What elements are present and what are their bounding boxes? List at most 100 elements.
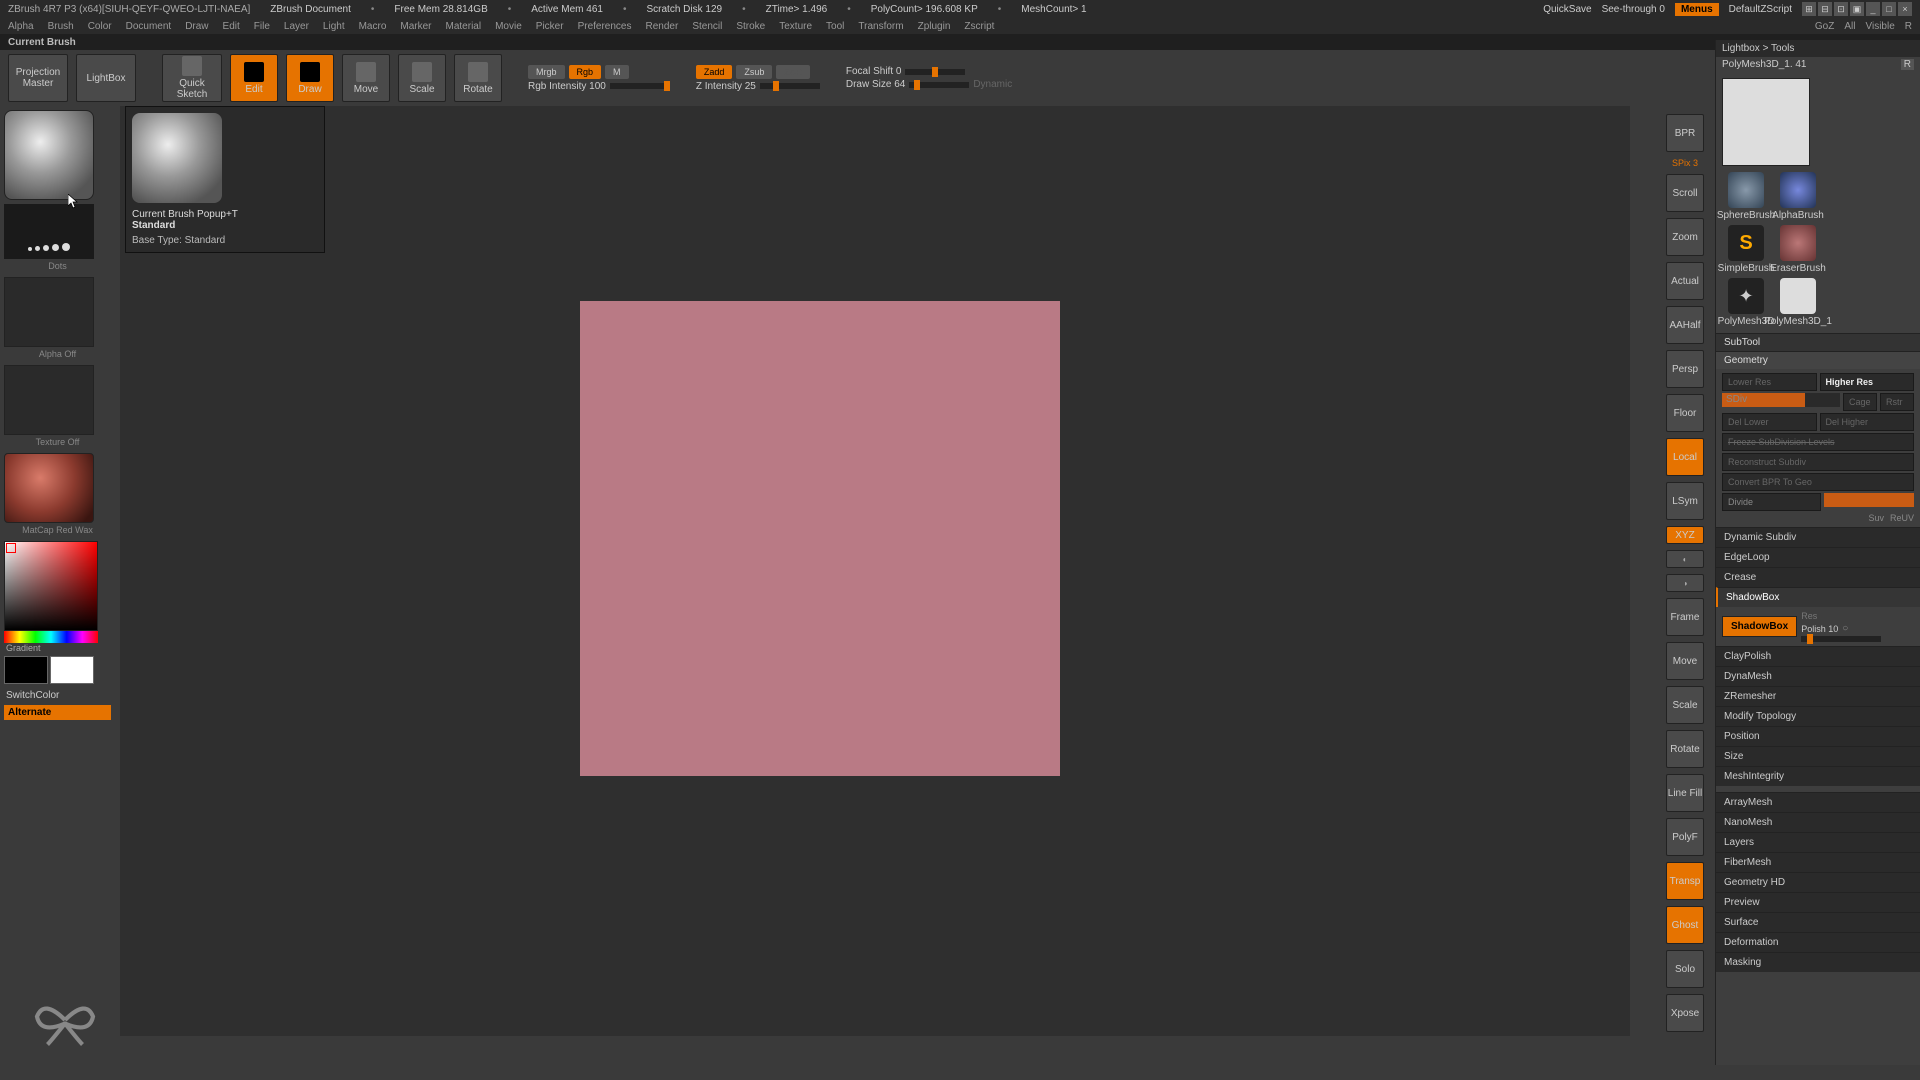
menu-zplugin[interactable]: Zplugin (918, 21, 951, 32)
fibermesh-section[interactable]: FiberMesh (1716, 852, 1920, 872)
dynamic-subdiv-section[interactable]: Dynamic Subdiv (1716, 527, 1920, 547)
xyz-button[interactable]: XYZ (1666, 526, 1704, 544)
alternate-button[interactable]: Alternate (4, 705, 111, 720)
r-badge[interactable]: R (1901, 59, 1914, 70)
reuv-toggle[interactable]: ReUV (1890, 513, 1914, 523)
masking-section[interactable]: Masking (1716, 952, 1920, 972)
preview-section[interactable]: Preview (1716, 892, 1920, 912)
m-toggle[interactable]: M (605, 65, 629, 79)
mirror-z-button[interactable]: ◑ (1666, 574, 1704, 592)
menu-zscript[interactable]: Zscript (964, 21, 994, 32)
menu-stroke[interactable]: Stroke (736, 21, 765, 32)
lower-res-button[interactable]: Lower Res (1722, 373, 1817, 391)
main-color-swatch[interactable] (4, 656, 48, 684)
local-button[interactable]: Local (1666, 438, 1704, 476)
draw-button[interactable]: Draw (286, 54, 334, 102)
ghost-button[interactable]: Ghost (1666, 906, 1704, 944)
floor-button[interactable]: Floor (1666, 394, 1704, 432)
menu-brush[interactable]: Brush (48, 21, 74, 32)
del-lower-button[interactable]: Del Lower (1722, 413, 1817, 431)
deformation-section[interactable]: Deformation (1716, 932, 1920, 952)
menu-color[interactable]: Color (88, 21, 112, 32)
polish-slider[interactable] (1801, 636, 1881, 642)
menu-picker[interactable]: Picker (536, 21, 564, 32)
menu-transform[interactable]: Transform (858, 21, 903, 32)
dynamic-label[interactable]: Dynamic (973, 79, 1012, 90)
texture-thumbnail[interactable] (4, 365, 94, 435)
menu-material[interactable]: Material (446, 21, 482, 32)
rgb-toggle[interactable]: Rgb (569, 65, 602, 79)
shadowbox-plane[interactable] (580, 301, 1060, 776)
layout-label[interactable]: DefaultZScript (1729, 4, 1792, 15)
goz-r[interactable]: R (1905, 21, 1912, 32)
actual-button[interactable]: Actual (1666, 262, 1704, 300)
lightbox-header[interactable]: Lightbox > Tools (1716, 40, 1920, 57)
icon-b[interactable]: ⊟ (1818, 2, 1832, 16)
crease-section[interactable]: Crease (1716, 567, 1920, 587)
projection-master-button[interactable]: Projection Master (8, 54, 68, 102)
menu-layer[interactable]: Layer (284, 21, 309, 32)
rgb-intensity-label[interactable]: Rgb Intensity 100 (528, 81, 606, 92)
menu-edit[interactable]: Edit (223, 21, 240, 32)
mirror-y-button[interactable]: ◐ (1666, 550, 1704, 568)
menu-movie[interactable]: Movie (495, 21, 522, 32)
freeze-subdiv-button[interactable]: Freeze SubDivision Levels (1722, 433, 1914, 451)
draw-size-label[interactable]: Draw Size 64 (846, 79, 905, 90)
convert-bpr-button[interactable]: Convert BPR To Geo (1722, 473, 1914, 491)
zadd-toggle[interactable]: Zadd (696, 65, 733, 79)
z-intensity-label[interactable]: Z Intensity 25 (696, 81, 756, 92)
menu-preferences[interactable]: Preferences (578, 21, 632, 32)
tool-polymesh3d-1[interactable]: PolyMesh3D_1 (1774, 278, 1822, 327)
modify-topology-section[interactable]: Modify Topology (1716, 706, 1920, 726)
minimize-icon[interactable]: _ (1866, 2, 1880, 16)
brush-thumbnail[interactable] (4, 110, 94, 200)
stroke-thumbnail[interactable] (4, 204, 94, 259)
size-section[interactable]: Size (1716, 746, 1920, 766)
divide-slider[interactable] (1824, 493, 1914, 507)
quicksave-button[interactable]: QuickSave (1543, 4, 1591, 15)
shadowbox-section[interactable]: ShadowBox (1716, 587, 1920, 607)
edit-button[interactable]: Edit (230, 54, 278, 102)
active-tool-thumbnail[interactable] (1722, 78, 1810, 166)
menu-render[interactable]: Render (646, 21, 679, 32)
zremesher-section[interactable]: ZRemesher (1716, 686, 1920, 706)
maximize-icon[interactable]: □ (1882, 2, 1896, 16)
z-intensity-slider[interactable] (760, 83, 820, 89)
menus-toggle[interactable]: Menus (1675, 3, 1719, 16)
layers-section[interactable]: Layers (1716, 832, 1920, 852)
scale-button[interactable]: Scale (398, 54, 446, 102)
position-section[interactable]: Position (1716, 726, 1920, 746)
del-higher-button[interactable]: Del Higher (1820, 413, 1915, 431)
icon-a[interactable]: ⊞ (1802, 2, 1816, 16)
sdiv-slider[interactable]: SDiv (1722, 393, 1840, 407)
nav-scale-button[interactable]: Scale (1666, 686, 1704, 724)
rstr-button[interactable]: Rstr (1880, 393, 1914, 411)
persp-button[interactable]: Persp (1666, 350, 1704, 388)
menu-alpha[interactable]: Alpha (8, 21, 34, 32)
scroll-button[interactable]: Scroll (1666, 174, 1704, 212)
lightbox-button[interactable]: LightBox (76, 54, 136, 102)
surface-section[interactable]: Surface (1716, 912, 1920, 932)
tool-polymesh3d[interactable]: ✦PolyMesh3D (1722, 278, 1770, 327)
claypolish-section[interactable]: ClayPolish (1716, 646, 1920, 666)
bpr-button[interactable]: BPR (1666, 114, 1704, 152)
secondary-color-swatch[interactable] (50, 656, 94, 684)
spix-label[interactable]: SPix 3 (1672, 158, 1698, 168)
menu-file[interactable]: File (254, 21, 270, 32)
zcut-toggle[interactable]: Zcut (776, 65, 810, 79)
draw-size-slider[interactable] (909, 82, 969, 88)
menu-macro[interactable]: Macro (359, 21, 387, 32)
focal-shift-label[interactable]: Focal Shift 0 (846, 66, 902, 77)
icon-d[interactable]: ▣ (1850, 2, 1864, 16)
canvas[interactable] (120, 106, 1630, 1036)
alpha-thumbnail[interactable] (4, 277, 94, 347)
switchcolor-button[interactable]: SwitchColor (4, 688, 111, 703)
nav-move-button[interactable]: Move (1666, 642, 1704, 680)
subtool-header[interactable]: SubTool (1716, 333, 1920, 351)
frame-button[interactable]: Frame (1666, 598, 1704, 636)
xpose-button[interactable]: Xpose (1666, 994, 1704, 1032)
color-picker[interactable] (4, 541, 98, 631)
menu-document[interactable]: Document (126, 21, 172, 32)
dynamesh-section[interactable]: DynaMesh (1716, 666, 1920, 686)
material-thumbnail[interactable] (4, 453, 94, 523)
